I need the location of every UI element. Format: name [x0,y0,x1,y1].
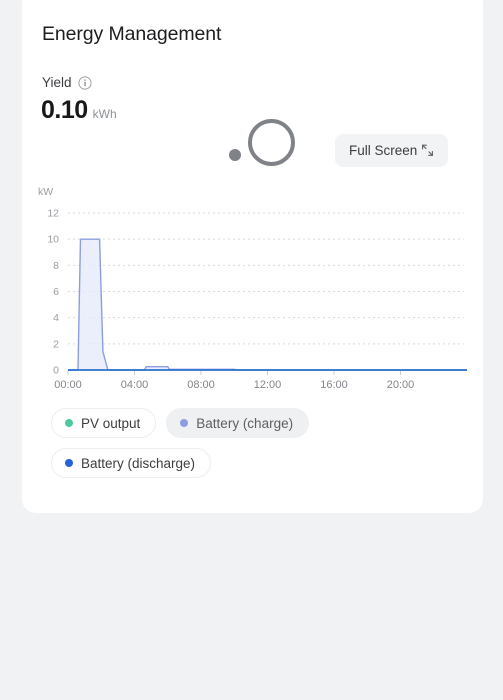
x-axis-tick-label: 04:00 [121,379,149,391]
loading-spinner [206,112,306,174]
y-axis-tick-label: 6 [53,286,59,298]
yield-value: 0.10 [41,96,88,124]
yield-label: Yield [42,75,72,90]
spinner-dot [229,149,241,161]
y-axis-tick-label: 2 [53,338,59,350]
legend-color-dot [65,459,73,467]
chart-legend: PV output Battery (charge) Battery (discha… [51,408,471,478]
chart-y-axis-unit: kW [38,186,54,198]
legend-item[interactable]: Battery (discharge) [51,448,212,478]
x-axis-tick-label: 12:00 [254,379,282,391]
legend-label: Battery (discharge) [81,455,196,471]
x-axis-tick-label: 16:00 [320,379,348,391]
energy-management-card: Energy Management Yield 0.10 kWh Full Sc… [22,0,483,513]
y-axis-tick-label: 8 [53,260,59,272]
chart-line-battery-charge- [68,238,467,371]
chart-svg: 0 2 4 6 8 10 12 00:00 04:00 08:00 12:00 16:00 20:00 [47,208,467,391]
yield-value-row: 0.10 kWh [41,96,117,125]
y-axis-tick-label: 4 [53,312,59,324]
legend-label: Battery (charge) [196,415,294,431]
info-circle-icon[interactable] [77,75,92,90]
full-screen-label: Full Screen [349,143,418,158]
yield-unit: kWh [92,107,117,121]
spinner-ring [248,119,295,166]
y-axis-tick-label: 12 [47,208,59,220]
legend-color-dot [65,419,73,427]
legend-label: PV output [81,415,141,431]
expand-diagonal-icon [420,143,435,158]
x-axis-tick-label: 20:00 [387,379,415,391]
page-title: Energy Management [42,23,222,45]
y-axis-tick-label: 10 [47,234,59,246]
full-screen-button[interactable]: Full Screen [335,134,449,167]
energy-chart[interactable]: 0 2 4 6 8 10 12 00:00 04:00 08:00 12:00 16:00 20:00 [32,205,477,400]
x-axis-tick-label: 08:00 [187,379,215,391]
legend-item[interactable]: Battery (charge) [166,408,310,438]
yield-label-row: Yield [42,75,92,90]
x-axis-tick-label: 00:00 [54,379,82,391]
legend-item[interactable]: PV output [51,408,157,438]
y-axis-tick-label: 0 [53,365,59,377]
chart-area-battery-charge- [68,239,467,370]
legend-color-dot [180,419,189,427]
